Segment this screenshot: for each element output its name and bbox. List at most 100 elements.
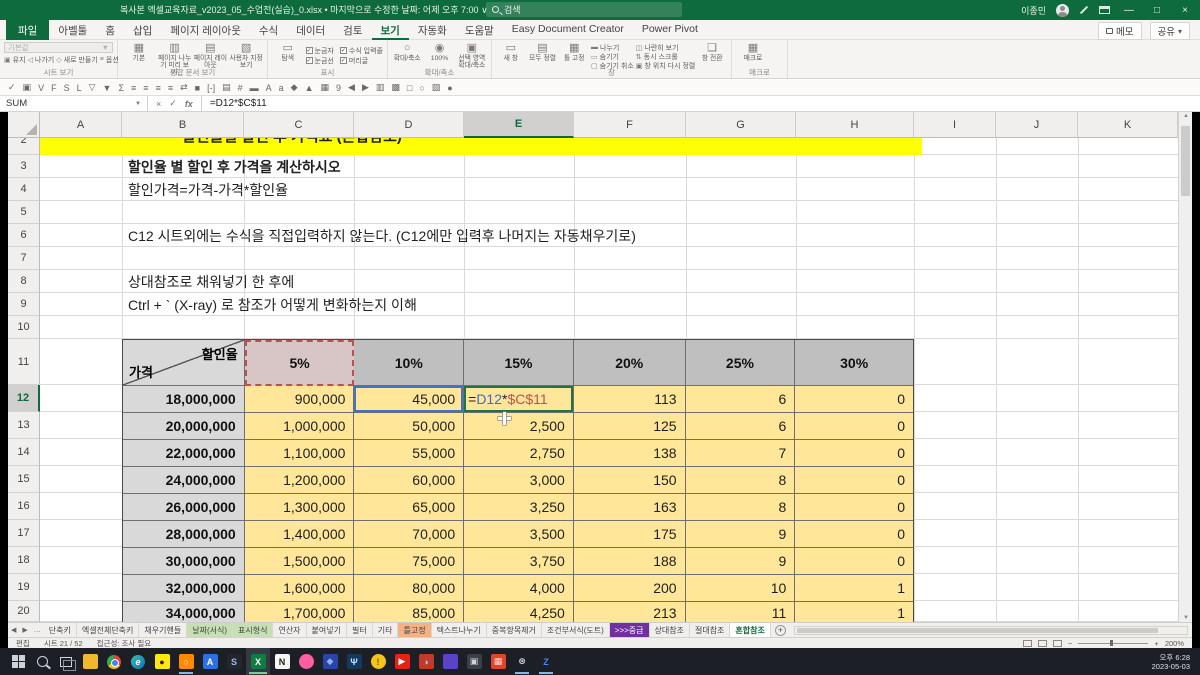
value-cell[interactable]: 50,000 [354,413,464,440]
sheet-nav-left-icon[interactable]: ◀ [8,626,19,634]
sheet-tab-상대참조[interactable]: 상대참조 [650,623,690,637]
app-cube-icon[interactable]: ◆ [318,648,342,675]
borders-icon[interactable]: ▦ [320,82,329,93]
horizontal-scroll-thumb[interactable] [797,628,1158,633]
cell-note-row-9[interactable]: Ctrl + ` (X-ray) 로 참조가 어떻게 변화하는지 이해 [128,293,417,316]
sheet-tab-조건부서식(도트)[interactable]: 조건부서식(도트) [542,623,610,637]
align-right-icon[interactable]: ≡ [156,83,161,93]
row-header-6[interactable]: 6 [8,224,40,247]
rate-header-5%[interactable]: 5% [245,340,355,386]
app-blue-a-icon[interactable]: A [198,648,222,675]
ribbon-button-사용자 지정 보기[interactable]: ▧사용자 지정 보기 [229,42,263,69]
scroll-down-icon[interactable]: ▼ [1179,615,1193,621]
file-explorer-icon[interactable] [78,648,102,675]
ribbon-button-탐색[interactable]: ▭탐색 [272,42,304,69]
ribbon-button-창 전환[interactable]: ❏창 전환 [697,42,727,69]
row-header-5[interactable]: 5 [8,201,40,224]
value-cell[interactable]: 75,000 [354,548,464,575]
app-bulb-icon[interactable]: ! [366,648,390,675]
value-cell[interactable]: 11 [686,602,796,622]
align-center-icon[interactable]: ≡ [143,83,148,93]
sheet-tab-필터[interactable]: 필터 [347,623,373,637]
value-cell[interactable]: 3,250 [464,494,574,521]
ribbon-tab-자동화[interactable]: 자동화 [409,20,456,40]
app-anchor-icon[interactable]: Ψ [342,648,366,675]
ribbon-button-페이지 레이아웃[interactable]: ▤페이지 레이아웃 [194,42,228,69]
f-icon[interactable]: F [51,83,57,93]
value-cell[interactable]: 4,000 [464,575,574,602]
value-cell[interactable]: 1 [795,602,913,622]
value-cell[interactable]: 9 [686,548,796,575]
app-pink-icon[interactable] [294,648,318,675]
merge-icon[interactable]: ▥ [376,82,385,93]
value-cell[interactable]: 0 [795,413,913,440]
fill-color-icon[interactable]: ◆ [291,82,298,93]
row-header-12[interactable]: 12 [8,385,40,412]
checkbox-머리글[interactable]: ✓머리글 [340,56,383,65]
ribbon-button-유지[interactable]: ▣유지 [4,55,26,64]
column-header-B[interactable]: B [122,112,244,138]
table-icon[interactable]: ▩ [391,82,400,93]
referenced-cell-D12[interactable]: 45,000 [354,386,464,413]
value-cell[interactable]: 0 [795,548,913,575]
ribbon-tab-도움말[interactable]: 도움말 [456,20,503,40]
value-cell[interactable]: 175 [574,521,686,548]
value-cell[interactable]: 138 [574,440,686,467]
editing-cell-E12[interactable]: =D12*$C$11 [464,386,574,413]
value-cell[interactable]: 900,000 [245,386,355,413]
app-frame-icon[interactable]: ▣ [462,648,486,675]
calc-sheet-icon[interactable]: ▤ [222,82,231,93]
price-cell[interactable]: 30,000,000 [123,548,245,575]
blank-icon[interactable]: □ [407,83,412,93]
value-cell[interactable]: 3,500 [464,521,574,548]
checkbox-눈금선[interactable]: ✓눈금선 [306,56,334,65]
ribbon-button-100%[interactable]: ◉100% [424,42,454,69]
page-break-view-icon[interactable] [1053,640,1062,647]
scroll-up-icon[interactable]: ▲ [1179,113,1193,119]
rate-header-20%[interactable]: 20% [574,340,686,386]
column-header-A[interactable]: A [40,112,122,138]
cell-note-row-6[interactable]: C12 시트외에는 수식을 직접입력하지 않는다. (C12에만 입력후 나머지… [128,224,636,247]
value-cell[interactable]: 1,300,000 [245,494,355,521]
ribbon-button-기본[interactable]: ▦기본 [122,42,156,69]
app-z-icon[interactable]: Z [534,648,558,675]
rate-header-15%[interactable]: 15% [464,340,574,386]
price-cell[interactable]: 24,000,000 [123,467,245,494]
value-cell[interactable]: 1,000,000 [245,413,355,440]
sheet-tab-날짜(서식)[interactable]: 날짜(서식) [187,623,233,637]
row-header-14[interactable]: 14 [8,439,40,466]
row-header-9[interactable]: 9 [8,293,40,316]
copy-icon[interactable]: ▣ [23,82,32,93]
column-header-C[interactable]: C [244,112,354,138]
row-header-8[interactable]: 8 [8,270,40,293]
app-red-blue-icon[interactable]: ◑ [414,648,438,675]
sheet-tab-단축키[interactable]: 단축키 [44,623,77,637]
ribbon-tab-파일[interactable]: 파일 [6,20,49,40]
search-input[interactable]: 검색 [486,2,682,17]
price-cell[interactable]: 22,000,000 [123,440,245,467]
value-cell[interactable]: 80,000 [354,575,464,602]
row-header-10[interactable]: 10 [8,316,40,339]
ribbon-tab-보기[interactable]: 보기 [372,20,409,40]
ribbon-tab-Easy Document Creator[interactable]: Easy Document Creator [503,20,633,40]
value-cell[interactable]: 2,750 [464,440,574,467]
font-shrink-icon[interactable]: a [279,83,284,93]
cancel-button[interactable]: × [156,99,161,109]
value-cell[interactable]: 3,000 [464,467,574,494]
value-cell[interactable]: 1,500,000 [245,548,355,575]
value-cell[interactable]: 200 [574,575,686,602]
sheet-view-dropdown[interactable]: 기본값▼ [4,42,113,53]
ribbon-button-확대/축소[interactable]: ○확대/축소 [392,42,422,69]
row-header-4[interactable]: 4 [8,178,40,201]
sheet-nav-right-icon[interactable]: ▶ [19,626,30,634]
column-header-I[interactable]: I [914,112,996,138]
sheet-tab-텍스트나누기[interactable]: 텍스트나누기 [432,623,487,637]
value-cell[interactable]: 150 [574,467,686,494]
value-cell[interactable]: 1,200,000 [245,467,355,494]
select-all-corner[interactable] [8,112,40,138]
value-cell[interactable]: 6 [686,386,796,413]
value-cell[interactable]: 10 [686,575,796,602]
row-header-17[interactable]: 17 [8,520,40,547]
ribbon-tab-아벨툴[interactable]: 아벨툴 [49,20,96,40]
zoom-out-button[interactable]: − [1068,639,1072,648]
